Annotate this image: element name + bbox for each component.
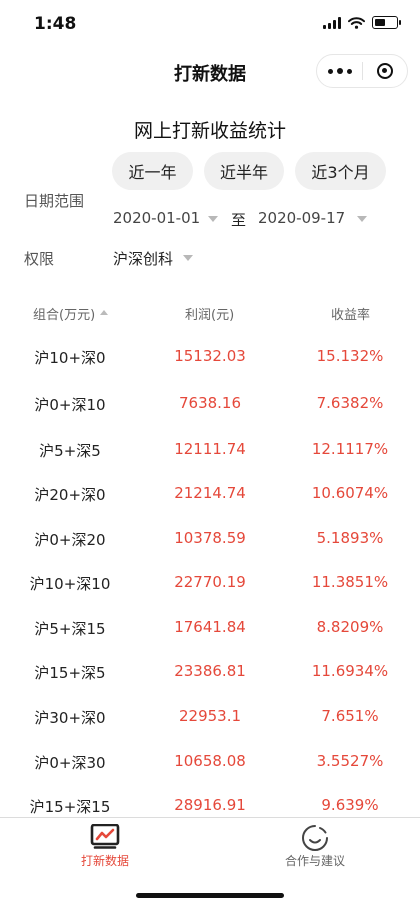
table-row: 沪5+深5 12111.74 12.1117%	[0, 440, 420, 486]
permission-picker[interactable]: 沪深创科	[113, 248, 173, 269]
tab-ipo-data[interactable]: 打新数据	[0, 818, 210, 878]
cell-combo: 沪30+深0	[34, 709, 106, 727]
cell-profit: 21214.74	[174, 484, 246, 502]
nav-bar: 打新数据	[0, 48, 420, 96]
cell-profit: 17641.84	[174, 618, 246, 636]
signal-icon	[323, 16, 341, 29]
table-row: 沪15+深5 23386.81 11.6934%	[0, 662, 420, 708]
cell-combo: 沪0+深10	[34, 396, 106, 414]
cell-rate: 9.639%	[321, 796, 379, 814]
cell-profit: 22953.1	[178, 707, 242, 725]
cell-combo: 沪15+深5	[34, 664, 106, 682]
cell-rate: 12.1117%	[311, 440, 389, 458]
sort-ascending-icon[interactable]	[100, 310, 108, 315]
battery-icon	[372, 16, 401, 29]
cell-rate: 8.8209%	[316, 618, 384, 636]
close-mini-program-button[interactable]	[363, 55, 407, 87]
start-date-caret-icon	[208, 216, 218, 222]
date-range-label: 日期范围	[24, 192, 85, 210]
cell-combo: 沪5+深5	[39, 442, 101, 460]
start-date-picker[interactable]: 2020-01-01	[113, 209, 200, 227]
cell-profit: 12111.74	[174, 440, 246, 458]
table-row: 沪20+深0 21214.74 10.6074%	[0, 484, 420, 530]
tab-feedback[interactable]: 合作与建议	[210, 818, 420, 878]
table-row: 沪30+深0 22953.1 7.651%	[0, 707, 420, 753]
cell-combo: 沪15+深15	[29, 798, 111, 816]
cell-rate: 11.3851%	[311, 573, 389, 591]
cell-rate: 3.5527%	[316, 752, 384, 770]
cell-combo: 沪0+深20	[34, 531, 106, 549]
column-header-rate: 收益率	[331, 308, 371, 323]
cell-profit: 23386.81	[174, 662, 246, 680]
cell-profit: 28916.91	[174, 796, 246, 814]
cell-rate: 7.6382%	[316, 394, 384, 412]
permission-label: 权限	[24, 250, 55, 268]
wifi-icon	[348, 16, 365, 29]
cell-rate: 11.6934%	[311, 662, 389, 680]
table-row: 沪0+深10 7638.16 7.6382%	[0, 394, 420, 440]
cell-combo: 沪20+深0	[34, 486, 106, 504]
cell-combo: 沪5+深15	[34, 620, 106, 638]
end-date-picker[interactable]: 2020-09-17	[258, 209, 345, 227]
page-title: 网上打新收益统计	[133, 120, 286, 142]
cell-rate: 15.132%	[316, 347, 384, 365]
tab-label: 打新数据	[80, 854, 129, 868]
cell-rate: 7.651%	[321, 707, 379, 725]
table-row: 沪0+深30 10658.08 3.5527%	[0, 752, 420, 798]
range-button-one-year[interactable]: 近一年	[112, 152, 193, 190]
range-button-three-months[interactable]: 近3个月	[295, 152, 386, 190]
cell-profit: 10378.59	[174, 529, 246, 547]
smile-icon	[302, 825, 328, 851]
date-range-separator: 至	[231, 211, 247, 229]
table-row: 沪0+深20 10378.59 5.1893%	[0, 529, 420, 575]
cell-combo: 沪10+深0	[34, 349, 106, 367]
cell-profit: 10658.08	[174, 752, 246, 770]
more-icon[interactable]	[317, 55, 362, 87]
cell-profit: 15132.03	[174, 347, 246, 365]
status-icons	[323, 16, 401, 29]
cell-profit: 22770.19	[174, 573, 246, 591]
end-date-caret-icon	[357, 216, 367, 222]
tab-label: 合作与建议	[284, 854, 345, 868]
cell-profit: 7638.16	[178, 394, 242, 412]
column-header-combo[interactable]: 组合(万元)	[33, 304, 95, 323]
chart-icon	[90, 824, 120, 849]
table-row: 沪5+深15 17641.84 8.8209%	[0, 618, 420, 664]
cell-combo: 沪0+深30	[34, 754, 106, 772]
column-header-profit: 利润(元)	[185, 308, 235, 323]
status-time: 1:48	[34, 14, 77, 34]
cell-rate: 10.6074%	[311, 484, 389, 502]
permission-caret-icon	[183, 255, 193, 261]
mini-program-capsule	[316, 54, 408, 88]
range-button-half-year[interactable]: 近半年	[204, 152, 284, 190]
home-indicator	[136, 893, 284, 898]
table-row: 沪10+深10 22770.19 11.3851%	[0, 573, 420, 619]
table-row: 沪10+深0 15132.03 15.132%	[0, 347, 420, 393]
status-bar: 1:48	[0, 0, 420, 50]
cell-rate: 5.1893%	[316, 529, 384, 547]
cell-combo: 沪10+深10	[29, 575, 111, 593]
target-icon	[377, 63, 393, 79]
